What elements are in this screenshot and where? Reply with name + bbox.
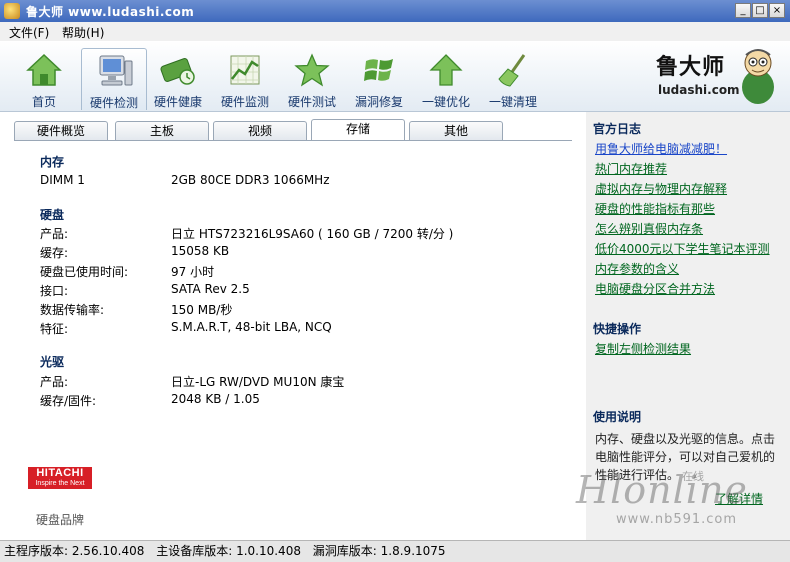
- main-panel: 硬件概览 主板 视频 存储 其他 内存 DIMM 1 2GB 80CE DDR3…: [0, 112, 586, 540]
- watermark-signature: Hlonline: [576, 468, 748, 512]
- tab-hardware-overview[interactable]: 硬件概览: [14, 121, 108, 140]
- title-bar[interactable]: 鲁大师 www.ludashi.com _ □ ×: [0, 0, 790, 23]
- app-window: 鲁大师 www.ludashi.com _ □ × 文件(F) 帮助(H) 首页…: [0, 0, 790, 562]
- brand-name: 鲁大师: [656, 54, 726, 80]
- memory-slot-label: DIMM 1: [40, 173, 85, 187]
- main-program-version: 主程序版本: 2.56.10.408: [4, 544, 145, 558]
- toolbar-hardware-health[interactable]: 硬件健康: [145, 48, 211, 110]
- blog-link[interactable]: 电脑硬盘分区合并方法: [595, 280, 715, 297]
- disk-interface-label: 接口:: [40, 284, 69, 298]
- toolbar-one-key-clean[interactable]: 一键清理: [480, 48, 546, 110]
- blog-link[interactable]: 低价4000元以下学生笔记本评测: [595, 240, 770, 257]
- toolbar-one-key-clean-label: 一键清理: [488, 95, 537, 109]
- home-icon: [26, 53, 62, 86]
- optical-cache-firmware-value: 2048 KB / 1.05: [171, 392, 260, 406]
- toolbar-one-key-optimize[interactable]: 一键优化: [413, 48, 479, 110]
- computer-icon: [99, 55, 133, 86]
- mascot-icon: [742, 49, 774, 104]
- memory-section-title: 内存: [40, 155, 65, 169]
- copy-results-link[interactable]: 复制左侧检测结果: [595, 340, 691, 357]
- disk-usage-time-value: 97 小时: [171, 265, 215, 279]
- disk-features-label: 特征:: [40, 322, 69, 336]
- toolbar-hardware-detect[interactable]: 硬件检测: [81, 48, 147, 110]
- optical-product-value: 日立-LG RW/DVD MU10N 康宝: [171, 375, 345, 389]
- toolbar-hardware-monitor-label: 硬件监测: [220, 95, 269, 109]
- toolbar-hardware-detect-label: 硬件检测: [89, 96, 138, 110]
- watermark-url: www.nb591.com: [616, 512, 738, 527]
- optical-section-title: 光驱: [40, 355, 65, 369]
- hitachi-logo-name: HITACHI: [36, 467, 84, 479]
- tab-motherboard[interactable]: 主板: [115, 121, 209, 140]
- storage-content: 内存 DIMM 1 2GB 80CE DDR3 1066MHz 硬盘 产品: 日…: [14, 140, 572, 541]
- broom-icon: [498, 54, 526, 87]
- tab-other[interactable]: 其他: [409, 121, 503, 140]
- health-icon: [160, 58, 195, 85]
- hitachi-logo: HITACHI Inspire the Next: [28, 467, 92, 489]
- toolbar-hardware-test[interactable]: 硬件测试: [279, 48, 345, 110]
- disk-transfer-rate-label: 数据传输率:: [40, 303, 105, 317]
- blog-link[interactable]: 内存参数的含义: [595, 260, 679, 277]
- main-toolbar: 首页 硬件检测 硬件健康 硬件监测 硬件测试 漏洞修复 一键优化 一键清理 鲁大…: [0, 41, 790, 112]
- windows-flag-icon: [364, 59, 393, 81]
- status-bar: 主程序版本: 2.56.10.408 主设备库版本: 1.0.10.408 漏洞…: [0, 540, 790, 562]
- disk-features-value: S.M.A.R.T, 48-bit LBA, NCQ: [171, 320, 332, 334]
- memory-slot-value: 2GB 80CE DDR3 1066MHz: [171, 173, 330, 187]
- disk-interface-value: SATA Rev 2.5: [171, 282, 250, 296]
- app-logo-icon: [4, 3, 20, 19]
- optical-cache-firmware-label: 缓存/固件:: [40, 394, 97, 408]
- blog-link[interactable]: 热门内存推荐: [595, 160, 667, 177]
- tab-storage[interactable]: 存储: [311, 119, 405, 141]
- blog-link[interactable]: 硬盘的性能指标有那些: [595, 200, 715, 217]
- toolbar-home[interactable]: 首页: [11, 48, 77, 110]
- toolbar-hardware-test-label: 硬件测试: [287, 95, 336, 109]
- device-library-version: 主设备库版本: 1.0.10.408: [156, 544, 301, 558]
- disk-product-value: 日立 HTS723216L9SA60 ( 160 GB / 7200 转/分 ): [171, 227, 454, 241]
- blog-link[interactable]: 怎么辨别真假内存条: [595, 220, 703, 237]
- menu-help[interactable]: 帮助(H): [62, 24, 104, 41]
- toolbar-one-key-optimize-label: 一键优化: [421, 95, 470, 109]
- close-button[interactable]: ×: [769, 3, 785, 18]
- tab-video[interactable]: 视频: [213, 121, 307, 140]
- disk-product-label: 产品:: [40, 227, 69, 241]
- disk-transfer-rate-value: 150 MB/秒: [171, 303, 233, 317]
- toolbar-vuln-fix[interactable]: 漏洞修复: [346, 48, 412, 110]
- star-test-icon: [294, 53, 330, 87]
- window-title: 鲁大师 www.ludashi.com: [26, 5, 195, 19]
- blog-link[interactable]: 虚拟内存与物理内存解释: [595, 180, 727, 197]
- disk-usage-time-label: 硬盘已使用时间:: [40, 265, 129, 279]
- disk-brand-caption: 硬盘品牌: [36, 513, 85, 527]
- menu-file[interactable]: 文件(F): [9, 24, 49, 41]
- help-title: 使用说明: [593, 410, 642, 424]
- hitachi-logo-slogan: Inspire the Next: [35, 480, 85, 487]
- menu-bar: 文件(F) 帮助(H): [0, 22, 790, 41]
- optical-product-label: 产品:: [40, 375, 69, 389]
- toolbar-vuln-fix-label: 漏洞修复: [354, 95, 403, 109]
- ludashi-brand: 鲁大师 ludashi.com: [654, 45, 780, 107]
- blog-title: 官方日志: [593, 122, 642, 136]
- brand-url: ludashi.com: [658, 83, 740, 97]
- quick-actions-title: 快捷操作: [593, 322, 642, 336]
- site-watermark: Hlonline 在线 www.nb591.com: [556, 468, 776, 528]
- minimize-button[interactable]: _: [735, 3, 751, 18]
- blog-link[interactable]: 用鲁大师给电脑减减肥！: [595, 140, 727, 157]
- monitor-chart-icon: [230, 55, 260, 85]
- disk-cache-value: 15058 KB: [171, 244, 230, 258]
- toolbar-hardware-health-label: 硬件健康: [153, 95, 202, 109]
- watermark-small-text: 在线: [682, 470, 704, 483]
- toolbar-hardware-monitor[interactable]: 硬件监测: [212, 48, 278, 110]
- maximize-button[interactable]: □: [752, 3, 768, 18]
- disk-cache-label: 缓存:: [40, 246, 69, 260]
- disk-section-title: 硬盘: [40, 208, 65, 222]
- vuln-library-version: 漏洞库版本: 1.8.9.1075: [312, 544, 446, 558]
- up-arrow-icon: [429, 54, 463, 86]
- toolbar-home-label: 首页: [31, 95, 56, 109]
